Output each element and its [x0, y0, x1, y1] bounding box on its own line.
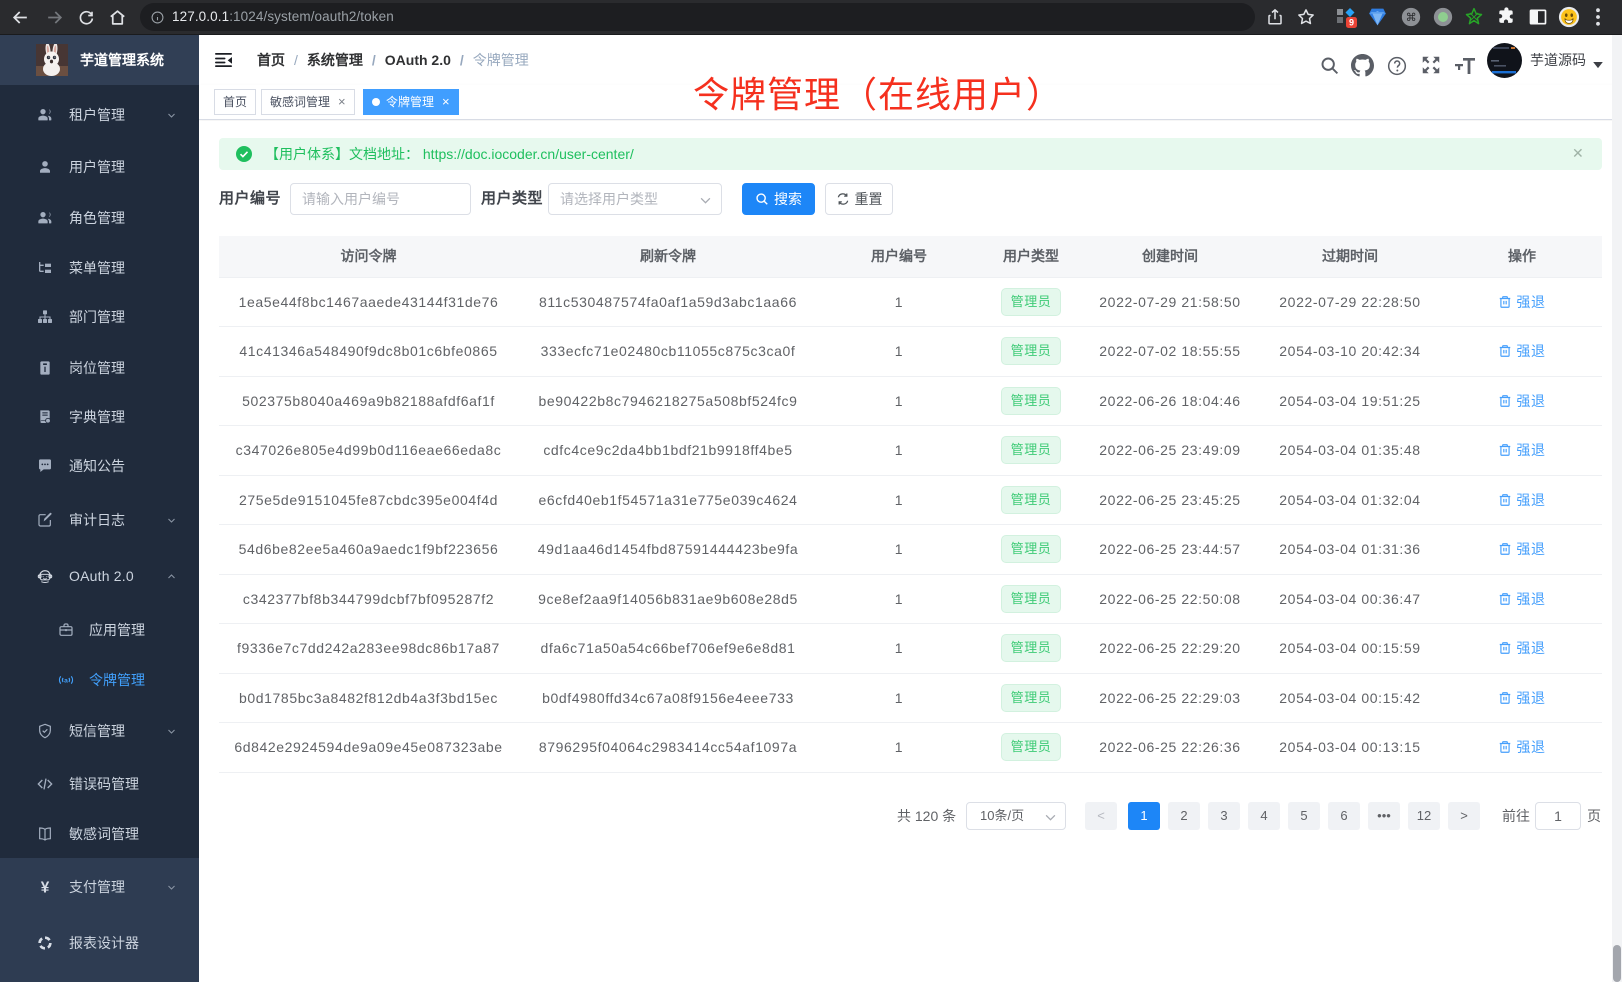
svg-text:a: a	[64, 677, 68, 684]
svg-text:9: 9	[1349, 18, 1354, 28]
svg-text:⌘: ⌘	[1406, 12, 1417, 24]
svg-text:¥: ¥	[41, 879, 50, 895]
